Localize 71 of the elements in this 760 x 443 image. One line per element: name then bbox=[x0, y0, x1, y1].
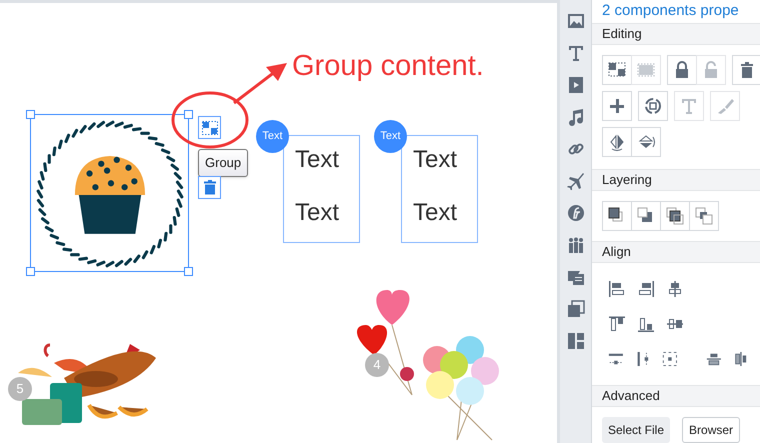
flip-horizontal-icon bbox=[608, 133, 626, 151]
plus-icon bbox=[608, 97, 626, 115]
tooltip: Group bbox=[198, 149, 248, 177]
flash-icon[interactable] bbox=[566, 204, 584, 222]
resize-handle[interactable] bbox=[26, 110, 35, 119]
component-badge: Text bbox=[256, 120, 289, 153]
tool-button[interactable] bbox=[602, 127, 632, 157]
flip-vertical-icon bbox=[637, 133, 655, 151]
section-header: Editing bbox=[592, 23, 760, 45]
number-badge: 4 bbox=[365, 353, 389, 377]
music-icon[interactable] bbox=[566, 108, 584, 126]
text-icon[interactable] bbox=[566, 44, 584, 62]
tool-button[interactable] bbox=[602, 91, 632, 121]
rotate-icon bbox=[644, 97, 662, 115]
text-line: Text bbox=[413, 199, 458, 227]
align-top-icon[interactable] bbox=[608, 315, 626, 333]
align-left-icon[interactable] bbox=[608, 280, 626, 298]
layout-icon[interactable] bbox=[566, 332, 584, 350]
text-icon bbox=[680, 97, 698, 115]
layer-button[interactable] bbox=[660, 201, 690, 231]
tool-button[interactable] bbox=[667, 55, 697, 85]
text-line: Text bbox=[413, 146, 458, 174]
group-button[interactable] bbox=[198, 116, 221, 139]
send-to-back-icon bbox=[695, 207, 713, 225]
text-block[interactable]: Text Text bbox=[283, 135, 360, 243]
brush-icon bbox=[716, 97, 734, 115]
tool-button[interactable] bbox=[732, 55, 760, 85]
center-vertical-icon[interactable] bbox=[733, 350, 749, 368]
align-bottom-icon[interactable] bbox=[637, 315, 655, 333]
resize-handle[interactable] bbox=[184, 110, 193, 119]
trash-icon bbox=[204, 180, 216, 195]
unlock-icon bbox=[702, 61, 720, 79]
section-header: Layering bbox=[592, 169, 760, 191]
pointer-arrow bbox=[232, 61, 288, 105]
tool-button[interactable] bbox=[602, 55, 632, 85]
resize-handle[interactable] bbox=[26, 267, 35, 276]
file-button[interactable]: Select File bbox=[602, 417, 670, 443]
text-line: Text bbox=[295, 199, 340, 227]
annotation-text: Group content. bbox=[292, 49, 484, 83]
pages-icon[interactable] bbox=[566, 300, 584, 318]
bring-to-front-icon bbox=[666, 207, 684, 225]
lock-icon bbox=[673, 61, 691, 79]
delete-button[interactable] bbox=[198, 176, 221, 199]
tool-button[interactable] bbox=[638, 91, 668, 121]
component-badge: Text bbox=[374, 120, 407, 153]
presentation-icon[interactable] bbox=[566, 268, 584, 286]
panel-title: 2 components prope bbox=[601, 1, 740, 21]
group-icon bbox=[608, 61, 626, 79]
align-right-icon[interactable] bbox=[637, 280, 655, 298]
file-button[interactable]: Browser bbox=[682, 417, 740, 443]
ungroup-icon bbox=[637, 61, 655, 79]
image-icon[interactable] bbox=[566, 12, 584, 30]
airplane-icon[interactable] bbox=[566, 172, 584, 190]
layer-button[interactable] bbox=[689, 201, 719, 231]
align-center-icon[interactable] bbox=[666, 280, 684, 298]
people-icon[interactable] bbox=[566, 236, 584, 254]
tool-button[interactable] bbox=[631, 127, 661, 157]
number-badge: 5 bbox=[8, 377, 32, 401]
trash-icon bbox=[738, 61, 756, 79]
group-icon bbox=[202, 120, 218, 134]
text-line: Text bbox=[295, 146, 340, 174]
layer-button[interactable] bbox=[602, 201, 632, 231]
text-block[interactable]: Text Text bbox=[401, 135, 478, 243]
center-both-icon[interactable] bbox=[662, 350, 678, 368]
distribute-vertical-icon[interactable] bbox=[634, 350, 651, 368]
video-icon[interactable] bbox=[566, 76, 584, 94]
layer-button[interactable] bbox=[631, 201, 661, 231]
section-header: Align bbox=[592, 241, 760, 263]
section-header: Advanced bbox=[592, 385, 760, 407]
send-backward-icon bbox=[637, 207, 655, 225]
resize-handle[interactable] bbox=[184, 267, 193, 276]
